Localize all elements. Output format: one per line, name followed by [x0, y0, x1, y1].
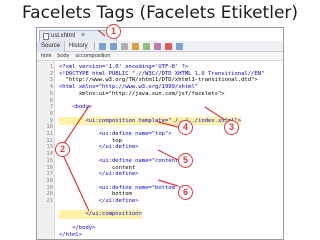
code-editor-window: ust.xhtml × Source History html body ui:… [36, 27, 284, 240]
comment-icon[interactable] [153, 42, 161, 50]
editor-toolbar: Source History [37, 40, 283, 52]
slide-title: Facelets Tags (Facelets Etiketler) [21, 3, 299, 23]
toolbar-divider [93, 42, 95, 50]
line-number: 21 [46, 198, 53, 204]
run-icon[interactable] [175, 42, 183, 50]
search-icon[interactable] [120, 42, 128, 50]
callout-2: 2 [55, 142, 70, 157]
callout-1: 1 [106, 24, 121, 39]
breadcrumb-item[interactable]: body [57, 52, 69, 60]
history-tab[interactable]: History [65, 41, 92, 52]
back-icon[interactable] [98, 42, 106, 50]
callout-6: 6 [178, 185, 193, 200]
bookmark-icon[interactable] [131, 42, 139, 50]
code-line: </ui:define> [59, 171, 139, 178]
callout-5: 5 [178, 153, 193, 168]
code-line: </html> [59, 231, 83, 238]
stop-icon[interactable] [164, 42, 172, 50]
code-line: </ui:define> [59, 198, 139, 204]
file-icon [43, 32, 49, 40]
close-icon[interactable]: × [81, 31, 85, 41]
breadcrumb-item[interactable]: ui:composition [75, 52, 110, 60]
callout-4: 4 [178, 120, 193, 135]
code-line: </ui:composition> [59, 210, 142, 219]
code-line: xmlns:ui="http://java.sun.com/jsf/facele… [59, 90, 225, 97]
code-line: <ui:composition template="./../../index.… [59, 116, 242, 126]
breadcrumb-item[interactable]: html [41, 52, 51, 60]
file-tab-label: ust.xhtml [51, 33, 76, 39]
code-line: <body> [59, 104, 93, 111]
callout-3: 3 [224, 120, 239, 135]
code-line: </ui:define> [59, 144, 139, 151]
forward-icon[interactable] [109, 42, 117, 50]
source-tab[interactable]: Source [37, 40, 66, 52]
format-icon[interactable] [142, 42, 150, 50]
breadcrumb: html body ui:composition [37, 52, 283, 61]
